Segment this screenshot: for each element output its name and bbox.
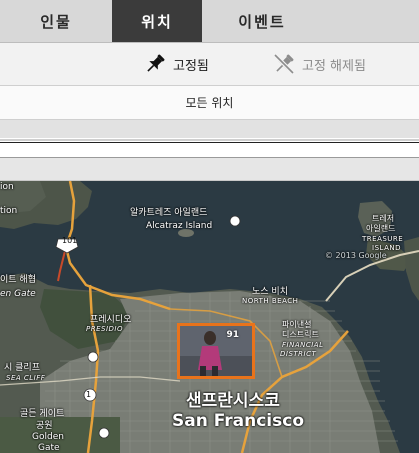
map-label-alcatraz-en: Alcatraz Island <box>146 221 213 231</box>
map-label-presidio-en: PRESIDIO <box>86 325 123 333</box>
map-label-financial-ko: 파이낸셜 <box>282 320 312 329</box>
location-search-field[interactable] <box>0 142 419 158</box>
map-label-treasure-ko-2: 아일랜드 <box>366 224 396 233</box>
map-label-treasure-en: TREASURE <box>362 235 404 243</box>
divider-strip <box>0 158 419 181</box>
unpinned-button[interactable]: 고정 해제됨 <box>272 43 366 85</box>
map-label-ggpark-en: Golden <box>32 432 64 442</box>
map-label-sf-en: San Francisco <box>172 411 304 431</box>
map-label-gg-strait-ko: 이트 해협 <box>0 275 36 285</box>
photo-count: 91 <box>226 330 239 340</box>
pinned-button[interactable]: 고정됨 <box>143 43 209 85</box>
tab-places[interactable]: 위치 <box>112 0 202 42</box>
pin-icon <box>147 54 165 72</box>
map-view[interactable]: ion tion 알카트레즈 아일랜드 Alcatraz Island 트레저 … <box>0 181 419 453</box>
map-label-treasure-ko: 트레저 <box>372 214 395 223</box>
divider-strip <box>0 120 419 138</box>
photo-thumbnail <box>180 326 252 376</box>
map-label-gg-strait-en: en Gate <box>0 289 36 299</box>
tab-events[interactable]: 이벤트 <box>202 0 322 42</box>
unpin-icon <box>273 53 295 75</box>
map-label-financial-ko-2: 디스트릭트 <box>282 330 319 339</box>
map-label-ggpark-ko-2: 공원 <box>36 421 53 431</box>
hwy-1-shield-label: 1 <box>86 390 92 399</box>
map-label-north-beach-en: NORTH BEACH <box>242 297 299 305</box>
map-label-sea-cliff-ko: 시 클리프 <box>4 363 40 373</box>
tab-bar: 인물 위치 이벤트 <box>0 0 419 43</box>
photo-cluster-marker[interactable]: 91 <box>177 323 255 379</box>
pinned-label: 고정됨 <box>173 58 209 74</box>
map-label-financial-en-2: DISTRICT <box>280 350 317 358</box>
map-label-presidio-ko: 프레시디오 <box>90 315 132 325</box>
divider-line <box>0 139 419 141</box>
map-label-sf-ko: 샌프란시스코 <box>186 391 280 411</box>
map-label-tion: tion <box>0 206 18 216</box>
map-watermark: © 2013 Google <box>325 251 387 260</box>
map-label-financial-en: FINANCIAL <box>282 341 324 349</box>
map-label-ion: ion <box>0 182 14 192</box>
tab-people[interactable]: 인물 <box>0 0 112 42</box>
hwy-101-shield-label: 101 <box>62 236 78 245</box>
map-label-north-beach-ko: 노스 비치 <box>252 287 288 297</box>
pin-filter-bar: 고정됨 고정 해제됨 <box>0 43 419 86</box>
map-label-alcatraz-ko: 알카트레즈 아일랜드 <box>130 208 208 218</box>
location-filter-row[interactable]: 모든 위치 <box>0 86 419 120</box>
map-label-sea-cliff-en: SEA CLIFF <box>6 374 46 382</box>
all-locations-label: 모든 위치 <box>185 96 234 110</box>
map-label-ggpark-en-2: Gate <box>38 443 60 453</box>
unpinned-label: 고정 해제됨 <box>302 58 366 74</box>
map-label-ggpark-ko: 골든 게이트 <box>20 409 65 419</box>
